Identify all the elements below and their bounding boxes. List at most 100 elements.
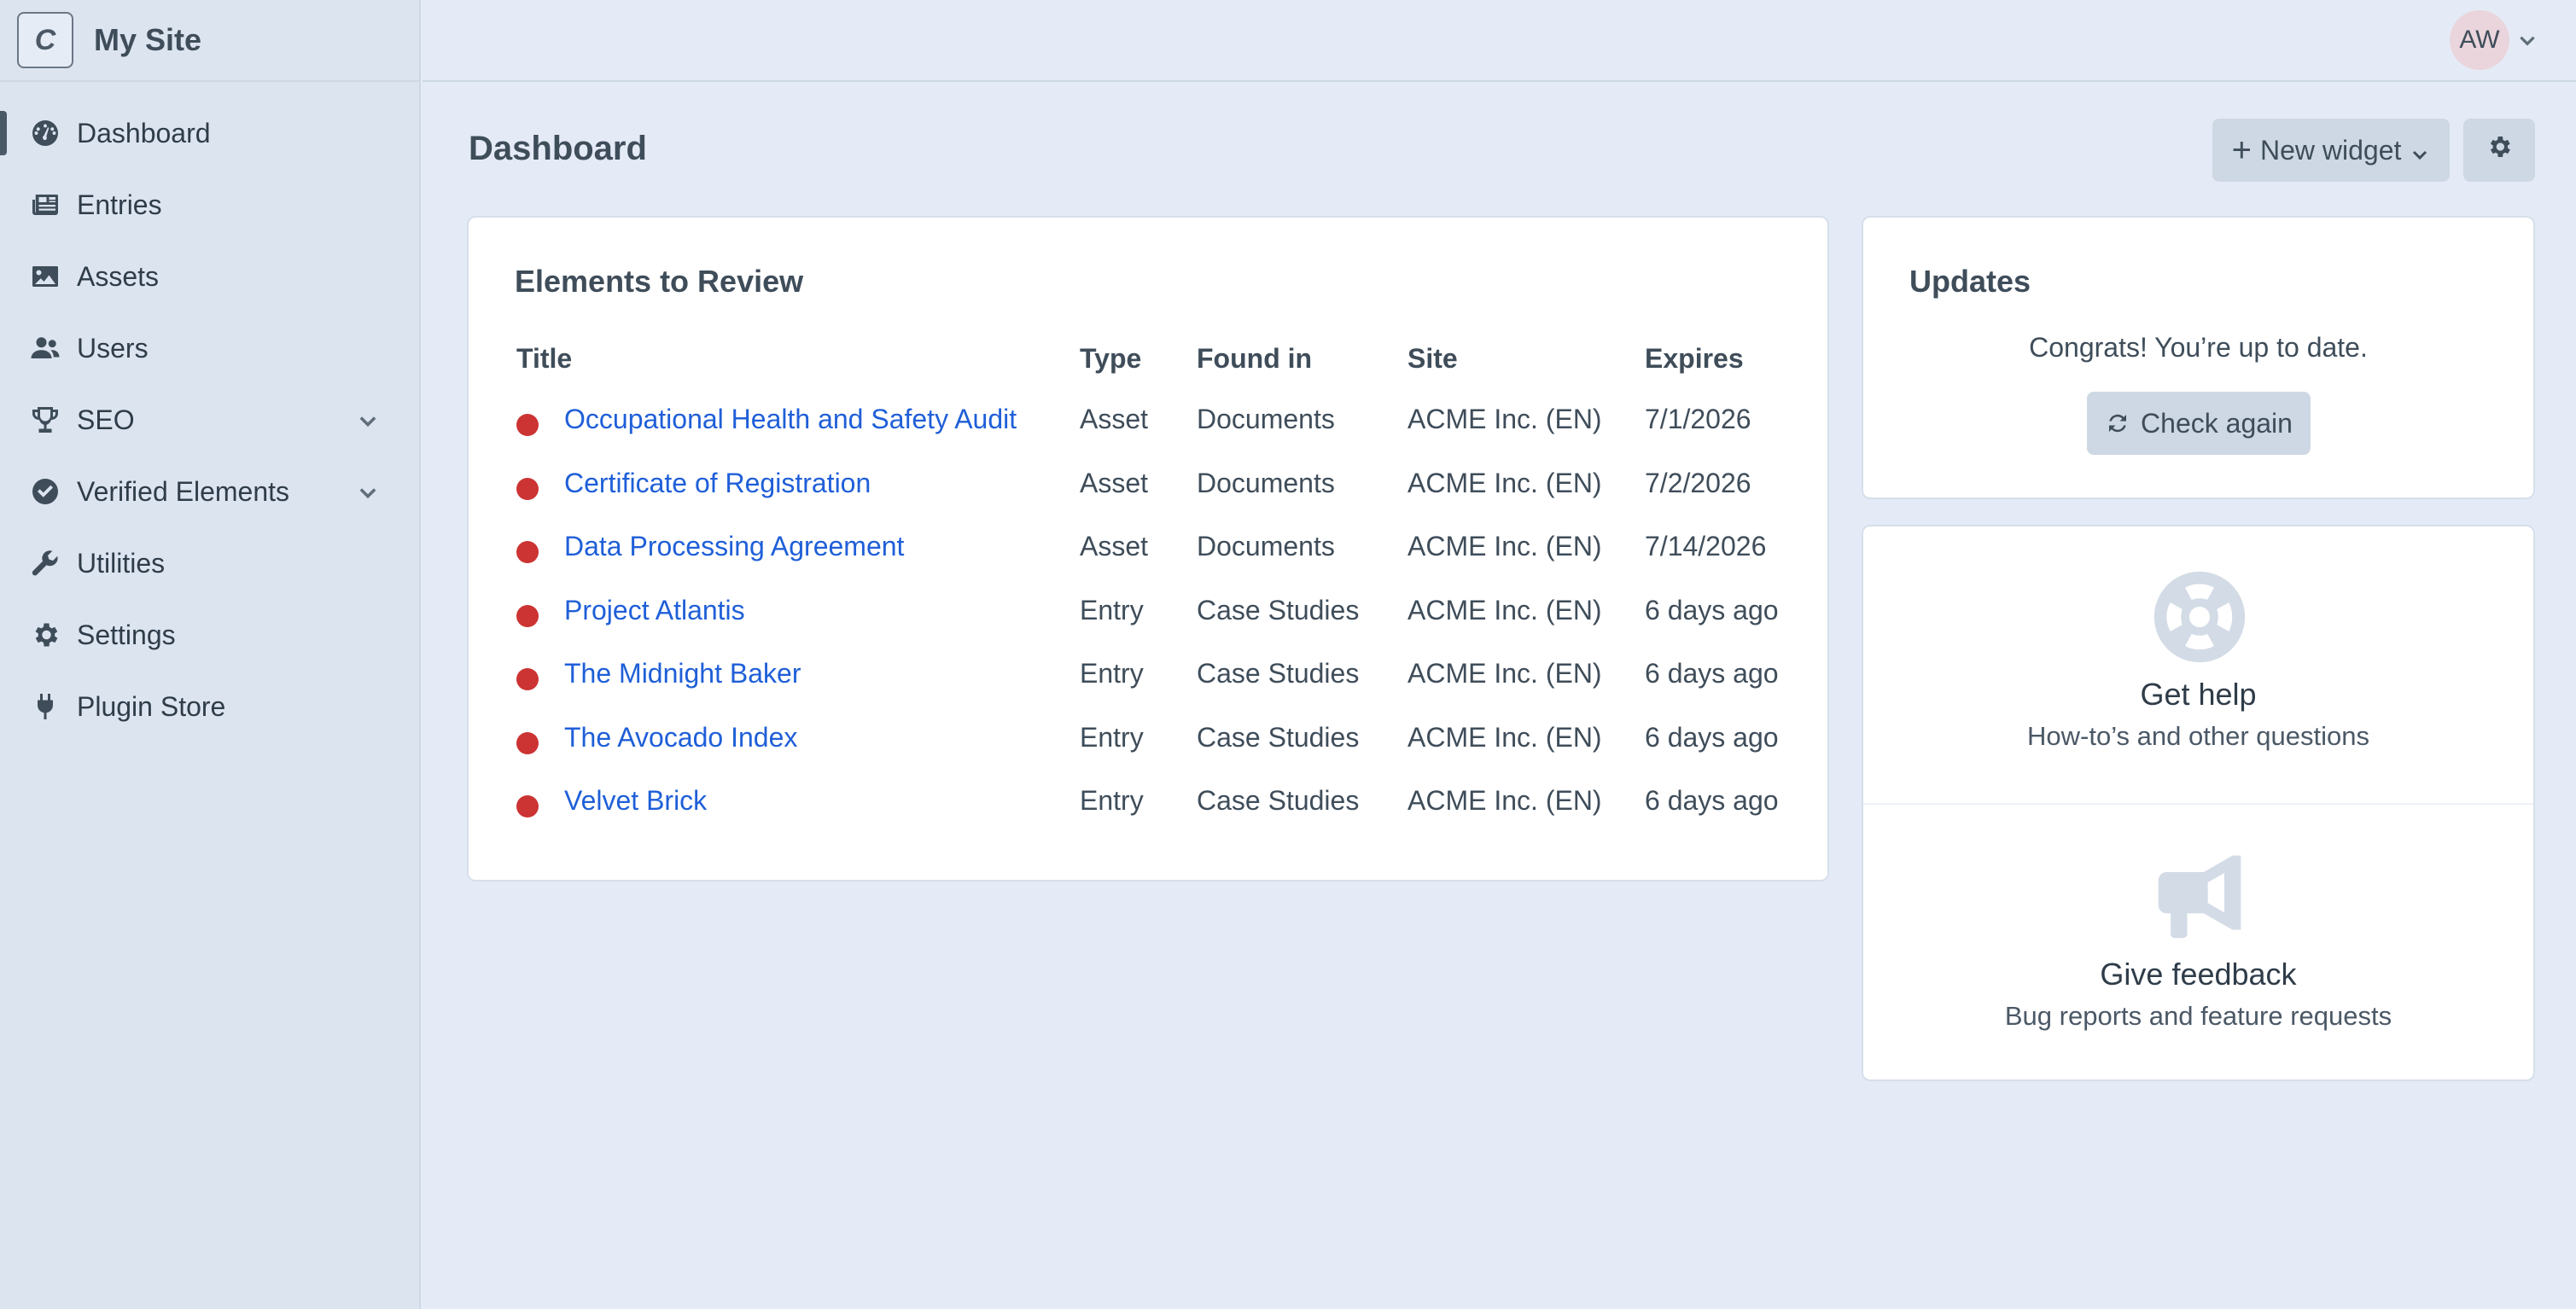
element-title-link[interactable]: The Midnight Baker xyxy=(564,658,801,689)
give-feedback-subtitle: Bug reports and feature requests xyxy=(2004,1001,2392,1031)
cell-site: ACME Inc. (EN) xyxy=(1407,658,1602,689)
elements-to-review-widget: Elements to Review Title Type Found in S… xyxy=(467,216,1829,881)
sidebar-item-label: Entries xyxy=(77,189,162,220)
cell-site: ACME Inc. (EN) xyxy=(1407,404,1602,434)
table-row: Project Atlantis Entry Case Studies ACME In… xyxy=(469,595,1827,646)
new-widget-button[interactable]: + New widget xyxy=(2212,119,2450,182)
cell-expires: 7/2/2026 xyxy=(1645,467,1751,498)
element-title-link[interactable]: Data Processing Agreement xyxy=(564,531,904,562)
sidebar-item-label: Plugin Store xyxy=(77,690,226,722)
cell-expires: 7/14/2026 xyxy=(1645,531,1767,561)
dashboard-settings-button[interactable] xyxy=(2463,119,2535,182)
sidebar-item-utilities[interactable]: Utilities xyxy=(0,527,419,599)
chevron-down-icon xyxy=(2410,140,2430,160)
table-row: Occupational Health and Safety Audit Asse… xyxy=(469,404,1827,455)
page-title: Dashboard xyxy=(469,130,647,167)
cell-site: ACME Inc. (EN) xyxy=(1407,594,1602,625)
status-dot xyxy=(516,795,539,817)
column-header-title: Title xyxy=(516,343,573,374)
megaphone-icon xyxy=(2150,847,2249,946)
sidebar-item-label: Dashboard xyxy=(77,117,211,148)
status-dot xyxy=(516,541,539,563)
check-again-button[interactable]: Check again xyxy=(2087,392,2311,455)
sidebar-item-label: Verified Elements xyxy=(77,475,290,507)
widget-title: Updates xyxy=(1909,264,2031,299)
gear-icon xyxy=(2486,133,2513,167)
element-title-link[interactable]: The Avocado Index xyxy=(564,722,797,753)
chevron-down-icon[interactable] xyxy=(356,408,380,432)
users-icon xyxy=(29,332,61,364)
table-row: Data Processing Agreement Asset Documents A… xyxy=(469,531,1827,582)
newspaper-icon xyxy=(29,189,61,221)
sidebar-item-label: Assets xyxy=(77,260,160,292)
plus-icon: + xyxy=(2231,131,2252,169)
sidebar-item-plugin-store[interactable]: Plugin Store xyxy=(0,671,419,742)
column-header-type: Type xyxy=(1080,343,1142,374)
avatar[interactable]: AW xyxy=(2450,10,2509,70)
updates-message: Congrats! You’re up to date. xyxy=(2029,332,2368,363)
cell-found-in: Case Studies xyxy=(1197,658,1360,689)
status-dot xyxy=(516,731,539,754)
wrench-icon xyxy=(29,547,61,579)
table-row: The Midnight Baker Entry Case Studies ACME … xyxy=(469,658,1827,709)
column-header-site: Site xyxy=(1407,343,1458,374)
cell-type: Entry xyxy=(1080,721,1144,753)
check-again-label: Check again xyxy=(2141,407,2293,439)
sidebar-item-assets[interactable]: Assets xyxy=(0,241,419,312)
cell-expires: 6 days ago xyxy=(1645,721,1779,753)
cell-expires: 6 days ago xyxy=(1645,594,1779,625)
cell-found-in: Documents xyxy=(1197,531,1335,561)
status-dot xyxy=(516,414,539,436)
sidebar-item-dashboard[interactable]: Dashboard xyxy=(0,97,419,169)
table-row: The Avocado Index Entry Case Studies ACME I… xyxy=(469,722,1827,773)
cell-type: Asset xyxy=(1080,531,1149,561)
new-widget-label: New widget xyxy=(2259,134,2402,166)
sidebar-item-label: Settings xyxy=(77,619,176,650)
sidebar-item-label: Utilities xyxy=(77,547,166,579)
help-widget: Get help How-to’s and other questions Gi… xyxy=(1862,525,2535,1081)
cell-expires: 6 days ago xyxy=(1645,658,1779,689)
sidebar-item-settings[interactable]: Settings xyxy=(0,599,419,671)
column-header-expires: Expires xyxy=(1645,343,1744,374)
cell-type: Asset xyxy=(1080,467,1149,498)
sidebar-item-label: Users xyxy=(77,332,149,364)
cell-site: ACME Inc. (EN) xyxy=(1407,531,1602,561)
plug-icon xyxy=(29,690,61,723)
element-title-link[interactable]: Certificate of Registration xyxy=(564,468,871,499)
cell-expires: 6 days ago xyxy=(1645,785,1779,816)
element-title-link[interactable]: Occupational Health and Safety Audit xyxy=(564,404,1017,435)
sidebar-item-entries[interactable]: Entries xyxy=(0,169,419,241)
cell-type: Asset xyxy=(1080,404,1149,434)
site-logo[interactable]: C xyxy=(17,12,73,68)
chevron-down-icon[interactable] xyxy=(2516,29,2538,51)
gauge-icon xyxy=(29,117,61,149)
column-header-found-in: Found in xyxy=(1197,343,1313,374)
chevron-down-icon[interactable] xyxy=(356,480,380,503)
top-bar: AW xyxy=(423,0,2576,82)
table-row: Velvet Brick Entry Case Studies ACME Inc. (… xyxy=(469,785,1827,836)
sidebar-item-verified-elements[interactable]: Verified Elements xyxy=(0,456,419,527)
element-title-link[interactable]: Velvet Brick xyxy=(564,785,707,817)
image-icon xyxy=(29,260,61,293)
sidebar-item-users[interactable]: Users xyxy=(0,312,419,384)
element-title-link[interactable]: Project Atlantis xyxy=(564,595,745,626)
cell-expires: 7/1/2026 xyxy=(1645,404,1751,434)
table-row: Certificate of Registration Asset Document… xyxy=(469,468,1827,519)
cell-found-in: Case Studies xyxy=(1197,594,1360,625)
cell-site: ACME Inc. (EN) xyxy=(1407,785,1602,816)
widget-title: Elements to Review xyxy=(515,264,804,299)
cell-type: Entry xyxy=(1080,594,1144,625)
give-feedback-link[interactable]: Give feedback Bug reports and feature re… xyxy=(1863,805,2533,1083)
cell-type: Entry xyxy=(1080,785,1144,816)
get-help-subtitle: How-to’s and other questions xyxy=(2027,721,2369,751)
sidebar-item-seo[interactable]: SEO xyxy=(0,384,419,456)
get-help-link[interactable]: Get help How-to’s and other questions xyxy=(1863,527,2533,805)
sidebar-nav: Dashboard Entries Assets Users SEO Verif… xyxy=(0,82,419,742)
status-dot xyxy=(516,604,539,627)
trophy-icon xyxy=(29,404,61,436)
cell-type: Entry xyxy=(1080,658,1144,689)
check-circle-icon xyxy=(29,475,61,508)
cell-found-in: Documents xyxy=(1197,404,1335,434)
site-name[interactable]: My Site xyxy=(94,22,201,58)
cell-found-in: Case Studies xyxy=(1197,785,1360,816)
